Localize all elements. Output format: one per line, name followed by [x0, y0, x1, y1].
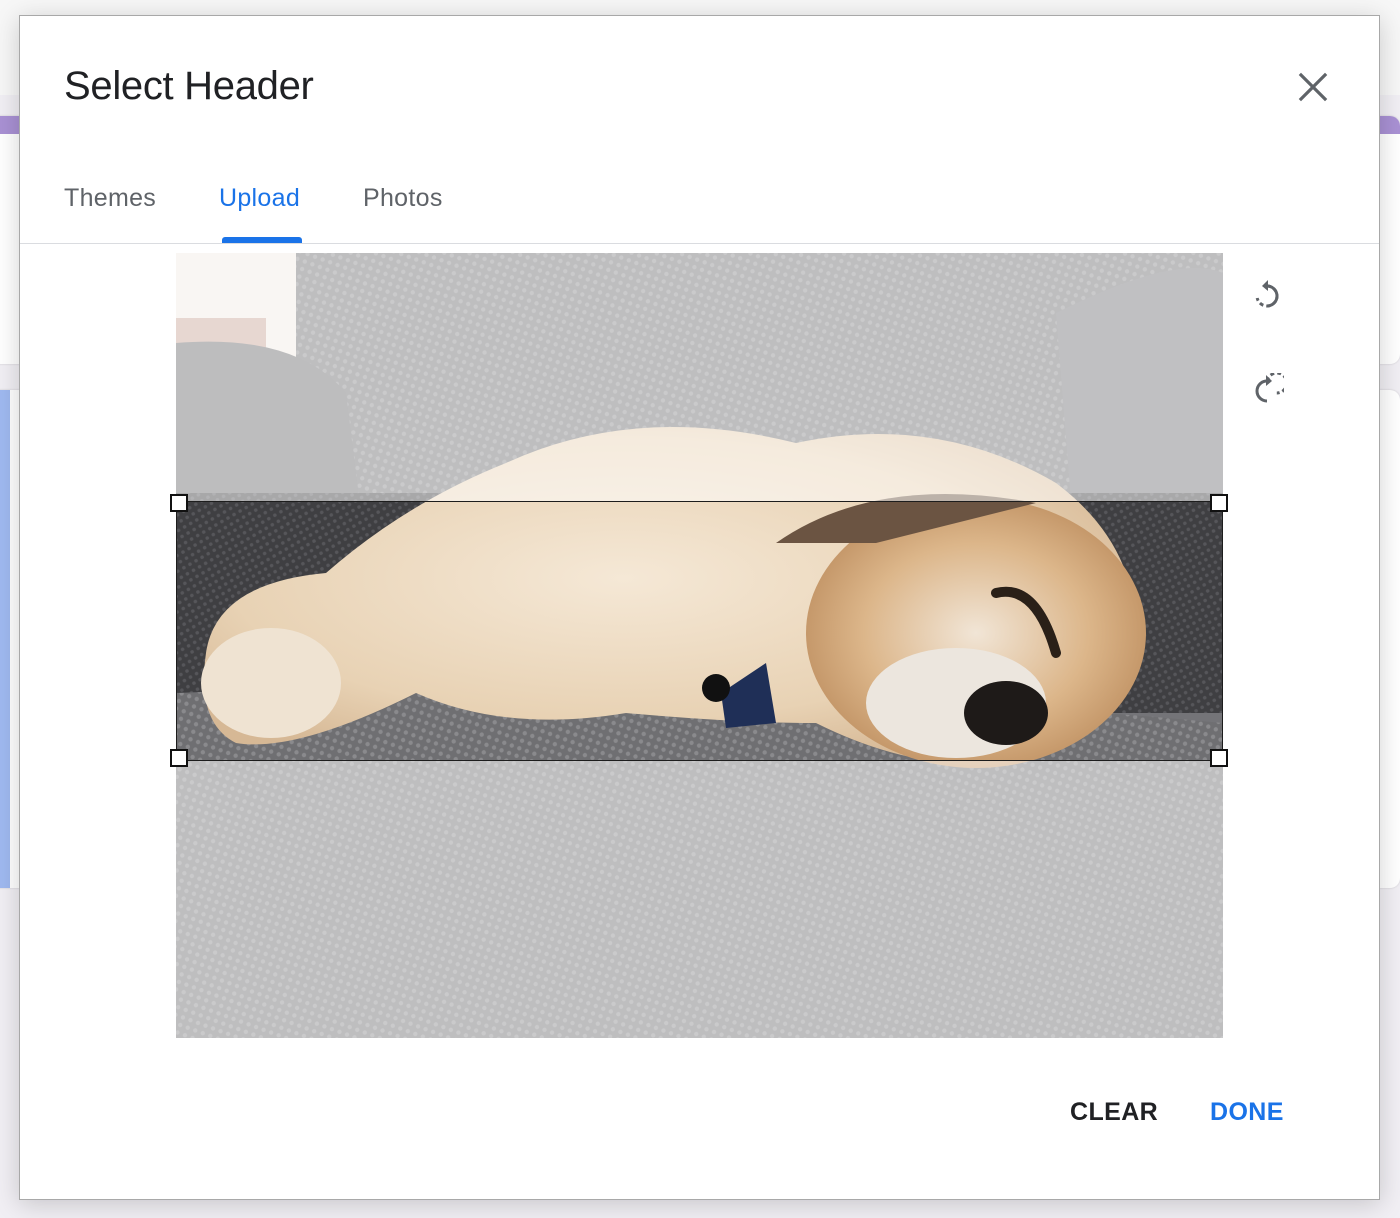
rotate-right-button[interactable] [1246, 369, 1288, 411]
rotate-left-icon [1255, 280, 1279, 308]
dialog-title: Select Header [64, 64, 314, 108]
rotate-right-icon [1255, 373, 1284, 403]
close-icon [1298, 72, 1328, 102]
crop-mask-top [176, 253, 1223, 501]
clear-button[interactable]: CLEAR [1070, 1098, 1158, 1127]
crop-handle-top-left[interactable] [170, 494, 188, 512]
tab-themes[interactable]: Themes [64, 184, 156, 213]
active-tab-indicator [222, 237, 302, 243]
done-button[interactable]: DONE [1210, 1098, 1284, 1127]
tab-upload[interactable]: Upload [219, 184, 300, 213]
crop-selection[interactable] [176, 501, 1223, 761]
close-button[interactable] [1292, 66, 1334, 108]
crop-mask-bottom [176, 761, 1223, 1038]
tab-photos[interactable]: Photos [363, 184, 443, 213]
rotate-left-button[interactable] [1246, 274, 1288, 316]
crop-handle-bottom-right[interactable] [1210, 749, 1228, 767]
crop-handle-top-right[interactable] [1210, 494, 1228, 512]
select-header-dialog: Select Header Themes Upload Photos CLEAR… [19, 15, 1380, 1200]
tab-bar: Themes Upload Photos [20, 176, 1379, 244]
crop-handle-bottom-left[interactable] [170, 749, 188, 767]
